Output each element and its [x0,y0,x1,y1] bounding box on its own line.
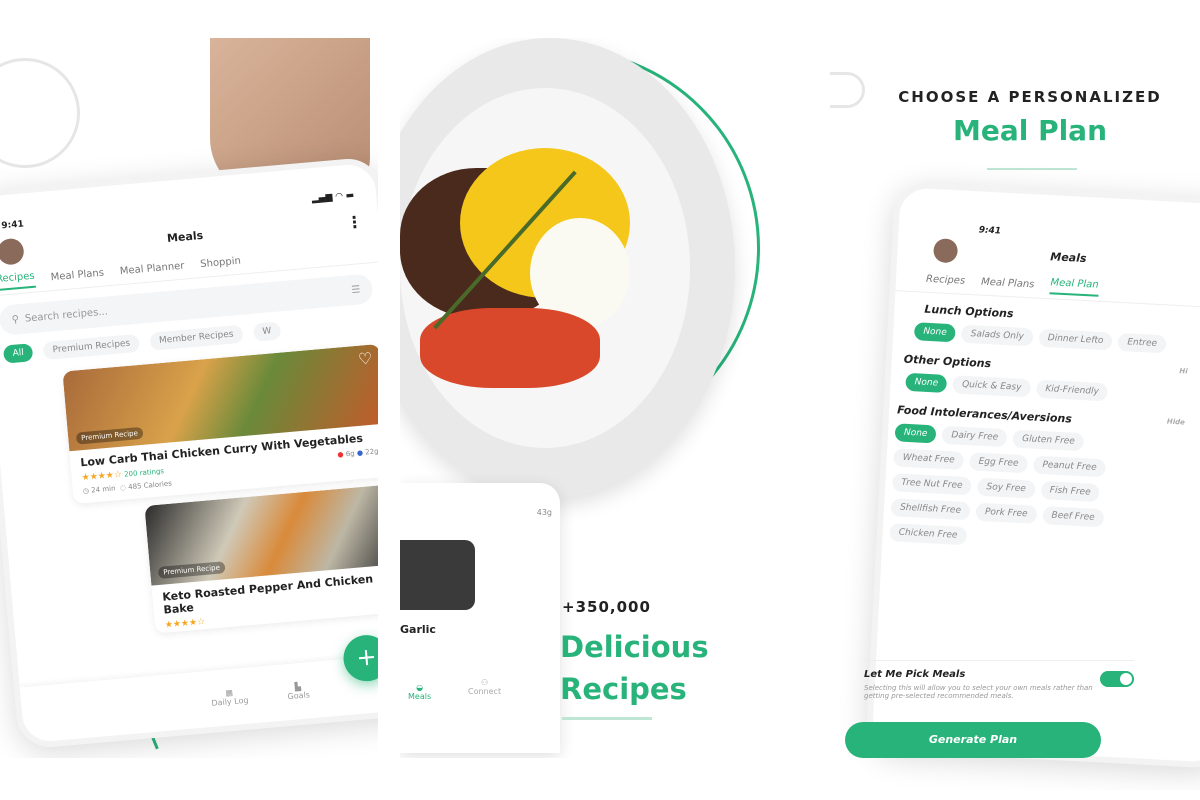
phone-recipes: 9:41 ▂▄▆ ◠ ▬ Meals ⋮ Recipes Meal Plans … [0,156,378,750]
recipe-card[interactable]: Premium Recipe Keto Roasted Pepper And C… [144,484,378,634]
tab-shopping[interactable]: Shoppin [200,256,241,270]
option-chip[interactable]: Egg Free [969,452,1028,474]
divider [562,717,652,720]
nav-connect[interactable]: ⚇ Connect [468,678,501,696]
filter-more[interactable]: W [252,321,282,342]
filter-premium[interactable]: Premium Recipes [43,333,140,361]
option-chip[interactable]: Shellfish Free [890,498,971,521]
option-chip[interactable]: Chicken Free [889,523,967,546]
option-chip[interactable]: Tree Nut Free [891,473,972,496]
other-hint[interactable]: Hi [1179,367,1188,375]
heart-icon[interactable]: ♡ [357,349,373,369]
tab-recipes[interactable]: Recipes [0,270,36,291]
recipes-promo-panel: 43g Garlic ◒ Meals ⚇ Connect +350,000 Deli… [400,38,805,758]
signal-icon: ▂▄▆ ◠ ▬ [311,190,355,205]
nav-daily-log-label: Daily Log [211,695,249,708]
tab-meal-plans[interactable]: Meal Plans [50,268,104,284]
ratings-count: 200 ratings [123,467,165,479]
page-title: Meals [1050,249,1087,265]
option-chip[interactable]: Soy Free [977,477,1036,499]
option-chip[interactable]: Gluten Free [1012,429,1085,452]
option-chip[interactable]: Wheat Free [893,448,965,470]
option-chip[interactable]: Pork Free [975,502,1038,524]
premium-badge: Premium Recipe [75,426,144,445]
avatar[interactable] [932,238,959,264]
option-chip[interactable]: None [905,372,948,393]
search-icon: ⚲ [11,313,20,326]
nav-meals[interactable]: ◒ Meals [408,683,431,701]
nav-daily-log[interactable]: ▦ Daily Log [210,687,249,708]
pick-meals-label: Let Me Pick Meals [864,669,966,680]
option-chip[interactable]: Dinner Lefto [1038,328,1113,351]
recipes-panel: 9:41 ▂▄▆ ◠ ▬ Meals ⋮ Recipes Meal Plans … [0,38,378,758]
calories: 485 Calories [127,479,173,492]
filter-all[interactable]: All [2,343,34,364]
pick-meals-description: Selecting this will allow you to select … [864,684,1093,700]
headline-line-1: Delicious [560,630,709,664]
generate-plan-button[interactable]: Generate Plan [845,722,1101,758]
option-chip[interactable]: Fish Free [1040,481,1101,503]
recipe-image [400,540,475,610]
filter-member[interactable]: Member Recipes [149,324,244,351]
divider [987,168,1077,170]
partial-recipe-title: Garlic [400,623,436,636]
tomatoes [420,308,600,388]
headline-line-2: Recipes [560,672,687,706]
option-chip[interactable]: Kid-Friendly [1035,379,1109,402]
phone-partial: 43g Garlic ◒ Meals ⚇ Connect [400,483,560,753]
recipe-count: +350,000 [562,598,651,616]
protein: 22g [364,447,378,457]
bottom-nav: ▦ Daily Log ▙ Goals [19,652,378,744]
pick-meals-toggle[interactable] [1100,671,1134,687]
option-chip[interactable]: None [913,322,957,343]
sketch-decoration [0,58,80,168]
option-chip[interactable]: Dairy Free [941,425,1008,448]
option-chip[interactable]: Peanut Free [1032,455,1107,478]
nav-goals-label: Goals [287,690,311,702]
option-chip[interactable]: None [894,423,937,444]
carbs: 6g [345,449,356,459]
star-rating: ★★★★☆ [164,617,206,631]
meal-plan-panel: CHOOSE A PERSONALIZED Meal Plan 9:41 Mea… [830,0,1200,790]
clock-icon: ◷ [82,486,90,496]
option-chip[interactable]: Salads Only [961,324,1034,347]
promo-kicker: CHOOSE A PERSONALIZED [898,88,1162,106]
tab-meal-planner[interactable]: Meal Plan [1049,277,1099,297]
hide-toggle[interactable]: Hide [1167,418,1185,427]
recipe-card[interactable]: Premium Recipe ♡ Low Carb Thai Chicken C… [62,343,378,505]
filter-sliders-icon[interactable]: ☰ [351,284,361,296]
avatar[interactable] [0,237,25,266]
intolerance-options: None Dairy Free Gluten Free Wheat Free Egg F… [886,419,1132,556]
tab-meal-planner[interactable]: Meal Planner [119,261,184,278]
option-chip[interactable]: Quick & Easy [952,375,1031,398]
pick-meals-section: Let Me Pick Meals Selecting this will al… [864,660,1134,700]
promo-headline: Meal Plan [952,114,1108,147]
tab-recipes[interactable]: Recipes [926,274,966,287]
premium-badge: Premium Recipe [157,561,226,579]
tab-meal-plans[interactable]: Meal Plans [981,277,1035,291]
promo-headline: Delicious Recipes [560,626,709,710]
option-chip[interactable]: Entree [1117,332,1167,354]
cook-time: 24 min [90,484,116,495]
flame-icon: ◌ [119,483,127,493]
option-chip[interactable]: Beef Free [1042,506,1105,528]
status-time: 9:41 [1,219,25,232]
partial-macro: 43g [536,508,552,517]
nav-goals[interactable]: ▙ Goals [286,681,310,701]
more-menu-icon[interactable]: ⋮ [346,211,364,231]
